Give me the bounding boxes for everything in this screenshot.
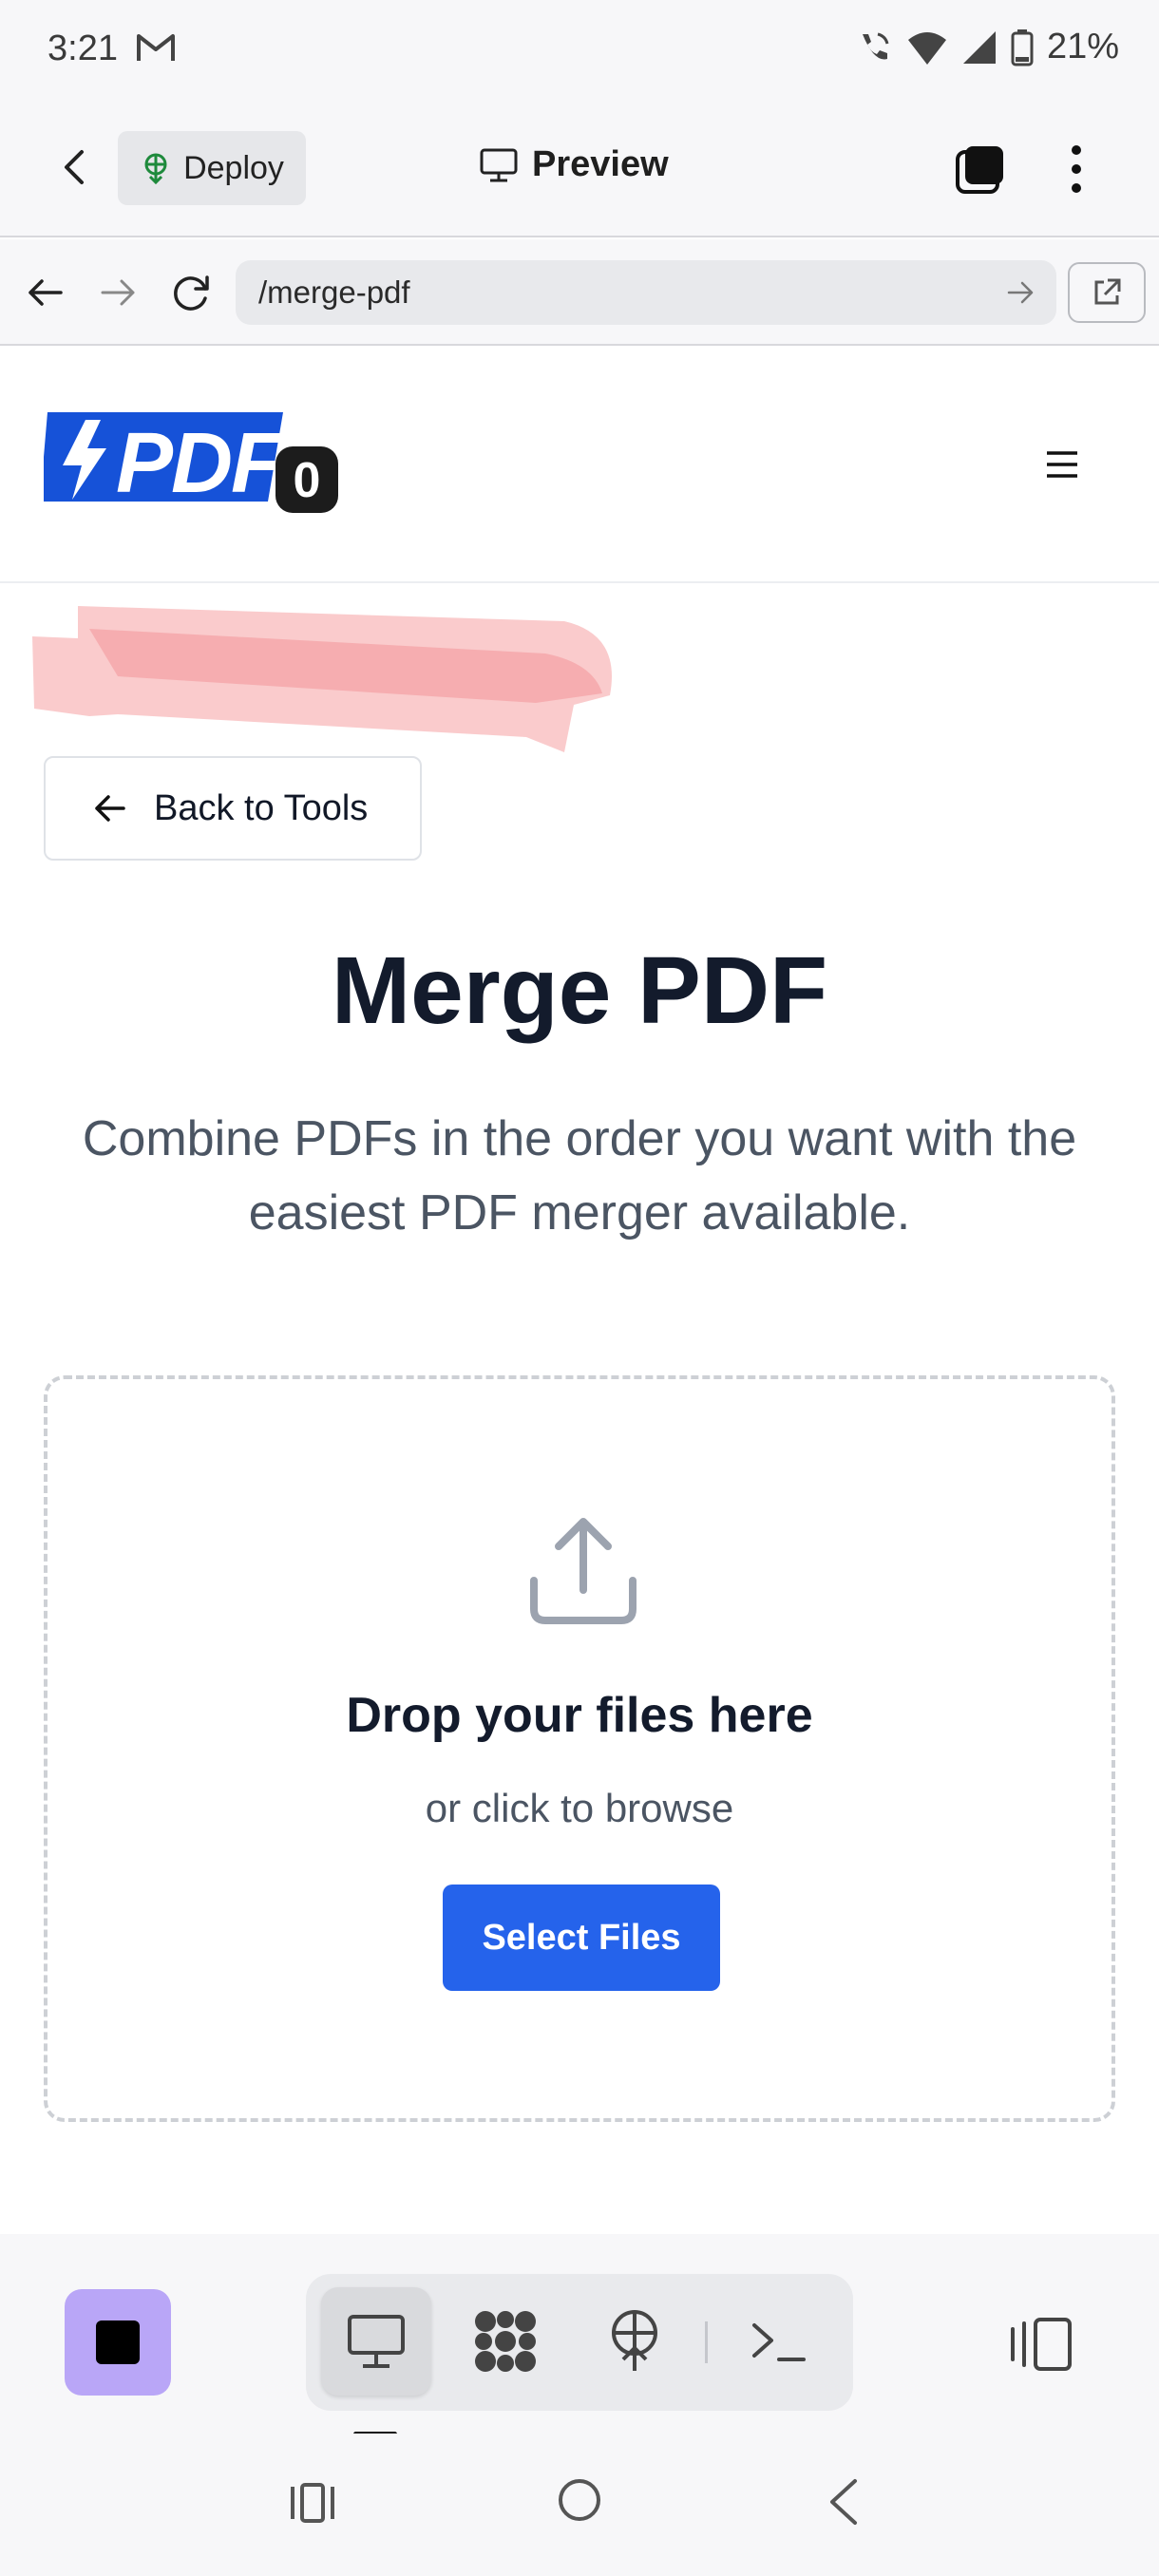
dropzone-subtitle: or click to browse: [425, 1786, 734, 1830]
nav-forward-icon[interactable]: [93, 268, 142, 317]
monitor-icon: [480, 148, 518, 181]
desktop-view-button[interactable]: [321, 2287, 431, 2396]
logo-badge: 0: [294, 453, 321, 508]
signal-icon: [962, 30, 996, 64]
site-header: PDF 0: [0, 348, 1159, 583]
side-panel-icon[interactable]: [1009, 2316, 1074, 2373]
arrow-left-icon: [95, 795, 125, 822]
status-bar: 3:21 21%: [0, 0, 1159, 99]
hamburger-menu-icon[interactable]: [1045, 450, 1079, 479]
file-dropzone[interactable]: Drop your files here or click to browse …: [44, 1375, 1115, 2122]
url-text: /merge-pdf: [258, 275, 410, 310]
stop-button[interactable]: [65, 2289, 171, 2396]
view-switcher: [306, 2274, 853, 2411]
pdf0-logo[interactable]: PDF 0: [44, 408, 348, 513]
select-files-button[interactable]: Select Files: [443, 1885, 720, 1991]
tabs-icon[interactable]: [954, 142, 1007, 196]
bottom-toolbar: [0, 2234, 1159, 2436]
system-back-icon[interactable]: [825, 2477, 863, 2527]
battery-percent: 21%: [1046, 27, 1119, 66]
url-input[interactable]: /merge-pdf: [236, 260, 1056, 325]
battery-icon: [1011, 28, 1034, 66]
system-navigation-bar: [0, 2434, 1159, 2576]
open-external-button[interactable]: [1068, 262, 1146, 323]
deploy-button[interactable]: Deploy: [118, 131, 306, 205]
external-link-icon: [1094, 278, 1121, 305]
more-options-icon[interactable]: [1064, 142, 1089, 196]
preview-label: Preview: [532, 144, 669, 184]
status-icons: 21%: [855, 27, 1119, 67]
status-time: 3:21: [48, 28, 118, 68]
back-arrow-icon[interactable]: [53, 144, 99, 190]
gmail-icon: [137, 34, 175, 61]
wifi-icon: [907, 31, 946, 65]
puzzle-grid-icon: [475, 2311, 536, 2372]
desktop-icon: [348, 2315, 405, 2368]
app-bar: Deploy Preview: [0, 99, 1159, 237]
components-view-button[interactable]: [450, 2287, 560, 2396]
wifi-calling-icon: [862, 32, 889, 59]
address-bar: /merge-pdf: [0, 239, 1159, 346]
deploy-view-button[interactable]: [580, 2287, 690, 2396]
globe-upload-icon: [612, 2310, 657, 2371]
reload-icon[interactable]: [167, 268, 217, 317]
upload-icon: [530, 1518, 636, 1624]
dropzone-title: Drop your files here: [346, 1688, 813, 1743]
logo-text: PDF: [116, 416, 285, 511]
go-arrow-icon[interactable]: [1003, 275, 1037, 310]
recent-apps-icon[interactable]: [289, 2481, 336, 2525]
home-icon[interactable]: [557, 2477, 602, 2523]
toolbar-divider: [705, 2321, 708, 2363]
back-to-tools-label: Back to Tools: [154, 787, 369, 828]
redaction-scribble: [32, 606, 612, 752]
terminal-view-button[interactable]: [724, 2287, 834, 2396]
nav-back-icon[interactable]: [21, 268, 70, 317]
preview-tab[interactable]: Preview: [479, 144, 669, 185]
deploy-label: Deploy: [183, 149, 284, 186]
page-title: Merge PDF: [331, 938, 828, 1044]
deploy-icon: [144, 153, 167, 184]
terminal-icon: [752, 2323, 806, 2361]
page-subtitle: Combine PDFs in the order you want with …: [82, 1111, 1077, 1241]
stop-icon: [96, 2320, 140, 2364]
back-to-tools-button[interactable]: Back to Tools: [44, 756, 422, 861]
